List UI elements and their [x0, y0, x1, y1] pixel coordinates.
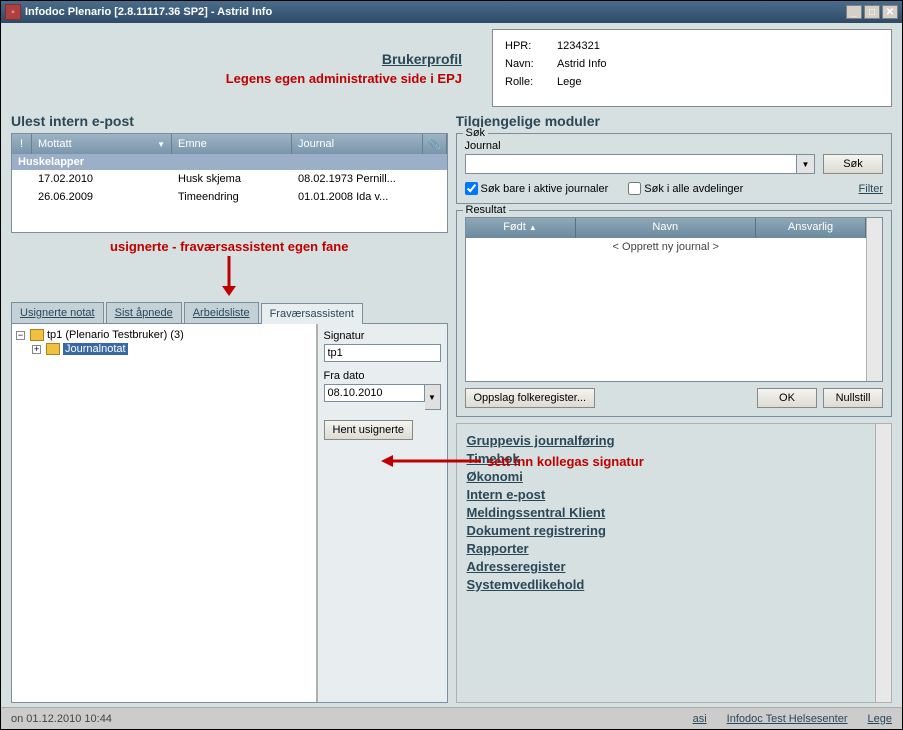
col-journal[interactable]: Journal — [292, 134, 423, 154]
col-mottatt[interactable]: Mottatt▼ — [32, 134, 172, 154]
link-meldingssentral[interactable]: Meldingssentral Klient — [467, 505, 866, 520]
col-emne[interactable]: Emne — [172, 134, 292, 154]
profile-heading: Brukerprofil — [382, 51, 462, 67]
col-ansvarlig[interactable]: Ansvarlig — [756, 218, 866, 238]
expand-icon[interactable]: + — [32, 345, 41, 354]
profile-info-box: HPR:1234321 Navn:Astrid Info Rolle:Lege — [492, 29, 892, 107]
folder-icon — [46, 343, 60, 355]
col-navn[interactable]: Navn — [576, 218, 757, 238]
col-fodt[interactable]: Født ▲ — [466, 218, 576, 238]
link-gruppevis-journalforing[interactable]: Gruppevis journalføring — [467, 433, 866, 448]
restore-button[interactable]: □ — [864, 5, 880, 19]
folder-icon — [30, 329, 44, 341]
tree-pane[interactable]: − tp1 (Plenario Testbruker) (3) + Journa… — [12, 324, 317, 702]
profile-red-note: Legens egen administrative side i EPJ — [226, 71, 462, 86]
rolle-label: Rolle: — [505, 74, 555, 90]
hent-usignerte-button[interactable]: Hent usignerte — [324, 420, 414, 440]
collapse-icon[interactable]: − — [16, 331, 25, 340]
modules-scrollbar[interactable] — [875, 424, 891, 702]
journal-combo-input[interactable] — [465, 154, 798, 174]
nullstill-button[interactable]: Nullstill — [823, 388, 883, 408]
chk-aktive-journaler[interactable]: Søk bare i aktive journaler — [465, 182, 609, 195]
close-button[interactable]: ✕ — [882, 5, 898, 19]
col-priority-icon[interactable]: ! — [12, 134, 32, 154]
sok-button[interactable]: Søk — [823, 154, 883, 174]
email-grid[interactable]: ! Mottatt▼ Emne Journal 📎 Huskelapper 17… — [11, 133, 448, 233]
result-grid[interactable]: Født ▲ Navn Ansvarlig < Opprett ny journ… — [466, 218, 867, 381]
arrow-down-icon — [11, 254, 448, 298]
app-icon: ◦ — [5, 4, 21, 20]
titlebar: ◦ Infodoc Plenario [2.8.11117.36 SP2] - … — [1, 1, 902, 23]
signatur-label: Signatur — [324, 330, 441, 342]
search-legend: Søk — [463, 127, 489, 139]
tab-arbeidsliste[interactable]: Arbeidsliste — [184, 302, 259, 323]
search-fieldset: Søk Journal ▼ Søk Søk bare i aktive jour — [456, 133, 893, 204]
tree-child[interactable]: + Journalnotat — [16, 342, 312, 356]
fra-dato-input[interactable] — [324, 384, 425, 402]
link-adresseregister[interactable]: Adresseregister — [467, 559, 866, 574]
email-row[interactable]: 26.06.2009 Timeendring 01.01.2008 Ida v.… — [12, 188, 447, 206]
link-rapporter[interactable]: Rapporter — [467, 541, 866, 556]
status-site-link[interactable]: Infodoc Test Helsesenter — [727, 713, 848, 725]
fra-dato-label: Fra dato — [324, 370, 441, 382]
date-dropdown-icon[interactable]: ▼ — [425, 384, 441, 410]
annot-tabs-note: usignerte - fraværsassistent egen fane — [11, 239, 448, 254]
filter-link[interactable]: Filter — [859, 183, 883, 195]
ok-button[interactable]: OK — [757, 388, 817, 408]
tab-sist-apnede[interactable]: Sist åpnede — [106, 302, 182, 323]
status-role-link[interactable]: Lege — [868, 713, 892, 725]
link-systemvedlikehold[interactable]: Systemvedlikehold — [467, 577, 866, 592]
modules-section-title: Tilgjengelige moduler — [456, 113, 893, 129]
window-title: Infodoc Plenario [2.8.11117.36 SP2] - As… — [25, 6, 272, 18]
chk-aktive-input[interactable] — [465, 182, 478, 195]
navn-label: Navn: — [505, 56, 555, 72]
minimize-button[interactable]: _ — [846, 5, 862, 19]
col-attach-icon[interactable]: 📎 — [423, 134, 447, 154]
journal-label: Journal — [465, 140, 816, 152]
journal-dropdown-icon[interactable]: ▼ — [797, 154, 815, 174]
email-group-huskelapper[interactable]: Huskelapper — [12, 154, 447, 170]
result-legend: Resultat — [463, 204, 509, 216]
status-timestamp: on 01.12.2010 10:44 — [11, 713, 112, 725]
folkeregister-button[interactable]: Oppslag folkeregister... — [465, 388, 596, 408]
tab-fravarsassistent[interactable]: Fraværsassistent — [261, 303, 363, 324]
signatur-input[interactable] — [324, 344, 441, 362]
chk-alle-avdelinger[interactable]: Søk i alle avdelinger — [628, 182, 743, 195]
chk-avdelinger-input[interactable] — [628, 182, 641, 195]
link-dokument-registrering[interactable]: Dokument registrering — [467, 523, 866, 538]
tree-root[interactable]: − tp1 (Plenario Testbruker) (3) — [16, 328, 312, 342]
statusbar: on 01.12.2010 10:44 asi Infodoc Test Hel… — [1, 707, 902, 729]
link-okonomi[interactable]: Økonomi — [467, 469, 866, 484]
navn-value: Astrid Info — [557, 56, 607, 72]
result-fieldset: Resultat Født ▲ Navn Ansvarlig < Opprett… — [456, 210, 893, 417]
status-user-link[interactable]: asi — [693, 713, 707, 725]
hpr-label: HPR: — [505, 38, 555, 54]
email-section-title: Ulest intern e-post — [11, 113, 448, 129]
result-scrollbar[interactable] — [866, 218, 882, 381]
hpr-value: 1234321 — [557, 38, 607, 54]
email-row[interactable]: 17.02.2010 Husk skjema 08.02.1973 Pernil… — [12, 170, 447, 188]
link-intern-epost[interactable]: Intern e-post — [467, 487, 866, 502]
rolle-value: Lege — [557, 74, 607, 90]
link-timebok[interactable]: Timebok — [467, 451, 866, 466]
tab-usignerte-notat[interactable]: Usignerte notat — [11, 302, 104, 323]
new-journal-row[interactable]: < Opprett ny journal > — [466, 238, 867, 256]
